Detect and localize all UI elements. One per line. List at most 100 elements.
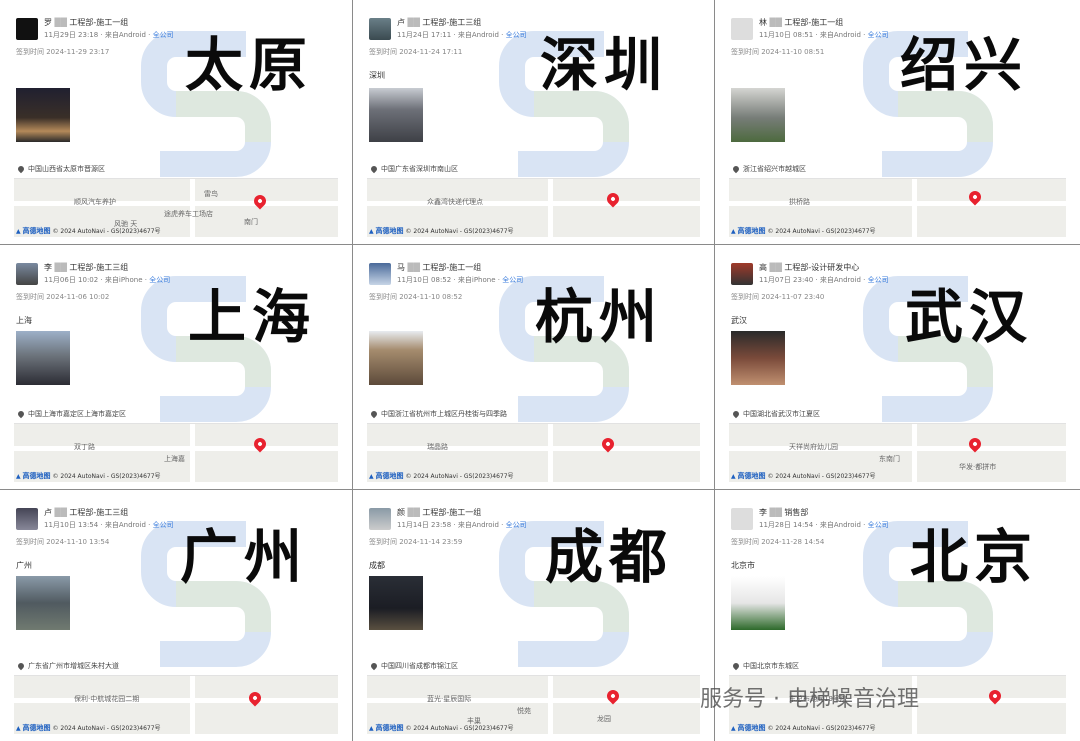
- avatar[interactable]: [731, 18, 753, 40]
- map-copyright: © 2024 AutoNavi - GS(2023)4677号: [767, 473, 876, 480]
- location-map[interactable]: 顺风汽车养护 途虎养车工场店 南门 风驰 天雷鸟 ▲ 高德地图 © 2024 Auto…: [14, 178, 338, 237]
- avatar[interactable]: [16, 18, 38, 40]
- signin-time: 签到时间 2024-11-24 17:11: [369, 48, 463, 56]
- avatar[interactable]: [369, 18, 391, 40]
- user-name[interactable]: 李: [44, 263, 52, 272]
- post-meta: 11月10日 13:54 · 来自Android · 全公司: [44, 520, 174, 530]
- signin-time: 签到时间 2024-11-28 14:54: [731, 538, 825, 546]
- visibility-scope-link[interactable]: 全公司: [149, 276, 170, 284]
- map-copyright: © 2024 AutoNavi - GS(2023)4677号: [52, 228, 161, 235]
- checkin-card[interactable]: 李 ██ 工程部-施工三组 11月06日 10:02 · 来自iPhone · …: [0, 245, 352, 489]
- map-attribution: ▲ 高德地图 © 2024 AutoNavi - GS(2023)4677号: [369, 724, 514, 732]
- location-map[interactable]: 双丁路上海嘉 ▲ 高德地图 © 2024 AutoNavi - GS(2023)…: [14, 423, 338, 482]
- map-road: [729, 446, 1066, 451]
- user-name-line: 李 ██ 销售部: [759, 508, 809, 517]
- visibility-scope-link[interactable]: 全公司: [506, 31, 527, 39]
- signin-photo[interactable]: [731, 88, 785, 142]
- map-poi-label: 瑞晶路: [427, 443, 448, 451]
- map-attribution: ▲ 高德地图 © 2024 AutoNavi - GS(2023)4677号: [731, 227, 876, 235]
- location-map[interactable]: 蓝光·星辰国际 悦苑 龙园 丰巢 ▲ 高德地图 © 2024 AutoNavi - G…: [367, 675, 700, 734]
- map-marker-icon[interactable]: [246, 689, 264, 707]
- user-dept: 工程部-施工三组: [69, 508, 129, 517]
- visibility-scope-link[interactable]: 全公司: [506, 521, 527, 529]
- signin-time: 签到时间 2024-11-06 10:02: [16, 293, 110, 301]
- address-text: 中国浙江省杭州市上城区丹桂街与四季路: [381, 410, 507, 418]
- signin-photo[interactable]: [16, 88, 70, 142]
- user-dept: 工程部-施工一组: [422, 508, 482, 517]
- city-caption: 杭州: [535, 283, 664, 351]
- map-attribution: ▲ 高德地图 © 2024 AutoNavi - GS(2023)4677号: [731, 472, 876, 480]
- user-name[interactable]: 卢: [397, 18, 405, 27]
- checkin-card[interactable]: 林 ██ 工程部-施工一组 11月10日 08:51 · 来自Android ·…: [715, 0, 1080, 244]
- signin-photo[interactable]: [369, 331, 423, 385]
- signin-photo[interactable]: [16, 576, 70, 630]
- signin-address[interactable]: 中国广东省深圳市南山区: [369, 164, 458, 174]
- footer-watermark: 服务号 · 电梯噪音治理: [700, 687, 919, 712]
- map-marker-icon[interactable]: [251, 192, 269, 210]
- map-attribution: ▲ 高德地图 © 2024 AutoNavi - GS(2023)4677号: [16, 724, 161, 732]
- location-map[interactable]: 众鑫湾快递代理点 ▲ 高德地图 © 2024 AutoNavi - GS(202…: [367, 178, 700, 237]
- user-name[interactable]: 卢: [44, 508, 52, 517]
- post-time-source: 11月24日 17:11 · 来自Android ·: [397, 31, 506, 39]
- map-poi-label: 上海嘉: [164, 455, 185, 463]
- visibility-scope-link[interactable]: 全公司: [868, 276, 889, 284]
- user-name[interactable]: 罗: [44, 18, 52, 27]
- post-time-source: 11月10日 08:51 · 来自Android ·: [759, 31, 868, 39]
- user-name[interactable]: 高: [759, 263, 767, 272]
- checkin-card[interactable]: 高 ██ 工程部-设计研发中心 11月07日 23:40 · 来自Android…: [715, 245, 1080, 489]
- signin-photo[interactable]: [16, 331, 70, 385]
- signin-remark: 深圳: [369, 71, 385, 80]
- map-poi-label: 众鑫湾快递代理点: [427, 198, 483, 206]
- address-text: 中国上海市嘉定区上海市嘉定区: [28, 410, 126, 418]
- avatar[interactable]: [16, 263, 38, 285]
- location-map[interactable]: 保利·中航城花园二期 ▲ 高德地图 © 2024 AutoNavi - GS(2…: [14, 675, 338, 734]
- map-poi-label: 东南门: [879, 455, 900, 463]
- user-name[interactable]: 李: [759, 508, 767, 517]
- checkin-card[interactable]: 罗 ██ 工程部-施工一组 11月29日 23:18 · 来自Android ·…: [0, 0, 352, 244]
- signin-photo[interactable]: [369, 88, 423, 142]
- map-poi-label: 天祥尚府幼儿园: [789, 443, 838, 451]
- map-poi-label: 保利·中航城花园二期: [74, 695, 140, 703]
- user-name[interactable]: 颜: [397, 508, 405, 517]
- signin-address[interactable]: 中国四川省成都市锦江区: [369, 661, 458, 671]
- user-name[interactable]: 马: [397, 263, 405, 272]
- map-poi-label: 途虎养车工场店: [164, 210, 213, 218]
- map-brand: 高德地图: [375, 227, 404, 235]
- visibility-scope-link[interactable]: 全公司: [153, 31, 174, 39]
- signin-address[interactable]: 中国北京市东城区: [731, 661, 799, 671]
- signin-address[interactable]: 中国上海市嘉定区上海市嘉定区: [16, 409, 126, 419]
- checkin-card[interactable]: 马 ██ 工程部-施工一组 11月10日 08:52 · 来自iPhone · …: [353, 245, 714, 489]
- avatar[interactable]: [369, 508, 391, 530]
- signin-address[interactable]: 中国山西省太原市晋源区: [16, 164, 105, 174]
- map-road: [547, 179, 553, 237]
- signin-address[interactable]: 中国湖北省武汉市江夏区: [731, 409, 820, 419]
- map-poi-label: 南门: [244, 218, 258, 226]
- signin-photo[interactable]: [731, 331, 785, 385]
- signin-address[interactable]: 广东省广州市增城区朱村大道: [16, 661, 119, 671]
- visibility-scope-link[interactable]: 全公司: [502, 276, 523, 284]
- location-map[interactable]: 瑞晶路 ▲ 高德地图 © 2024 AutoNavi - GS(2023)467…: [367, 423, 700, 482]
- checkin-card[interactable]: 卢 ██ 工程部-施工三组 11月10日 13:54 · 来自Android ·…: [0, 490, 352, 741]
- user-name[interactable]: 林: [759, 18, 767, 27]
- map-attribution: ▲ 高德地图 © 2024 AutoNavi - GS(2023)4677号: [16, 472, 161, 480]
- signin-photo[interactable]: [369, 576, 423, 630]
- signin-address[interactable]: 浙江省绍兴市越城区: [731, 164, 806, 174]
- checkin-card[interactable]: 卢 ██ 工程部-施工三组 11月24日 17:11 · 来自Android ·…: [353, 0, 714, 244]
- visibility-scope-link[interactable]: 全公司: [153, 521, 174, 529]
- signin-address[interactable]: 中国浙江省杭州市上城区丹桂街与四季路: [369, 409, 507, 419]
- avatar[interactable]: [731, 508, 753, 530]
- map-copyright: © 2024 AutoNavi - GS(2023)4677号: [405, 473, 514, 480]
- visibility-scope-link[interactable]: 全公司: [868, 31, 889, 39]
- avatar[interactable]: [16, 508, 38, 530]
- post-time-source: 11月10日 08:52 · 来自iPhone ·: [397, 276, 503, 284]
- visibility-scope-link[interactable]: 全公司: [868, 521, 889, 529]
- address-text: 中国湖北省武汉市江夏区: [743, 410, 820, 418]
- location-map[interactable]: 天祥尚府幼儿园 东南门 华发·都拼市 ▲ 高德地图 © 2024 AutoNavi …: [729, 423, 1066, 482]
- signin-photo[interactable]: [731, 576, 785, 630]
- location-map[interactable]: 拱桥路 ▲ 高德地图 © 2024 AutoNavi - GS(2023)467…: [729, 178, 1066, 237]
- checkin-card[interactable]: 颜 ██ 工程部-施工一组 11月14日 23:58 · 来自Android ·…: [353, 490, 714, 741]
- avatar[interactable]: [731, 263, 753, 285]
- map-poi-label: 双丁路: [74, 443, 95, 451]
- map-brand: 高德地图: [22, 227, 51, 235]
- avatar[interactable]: [369, 263, 391, 285]
